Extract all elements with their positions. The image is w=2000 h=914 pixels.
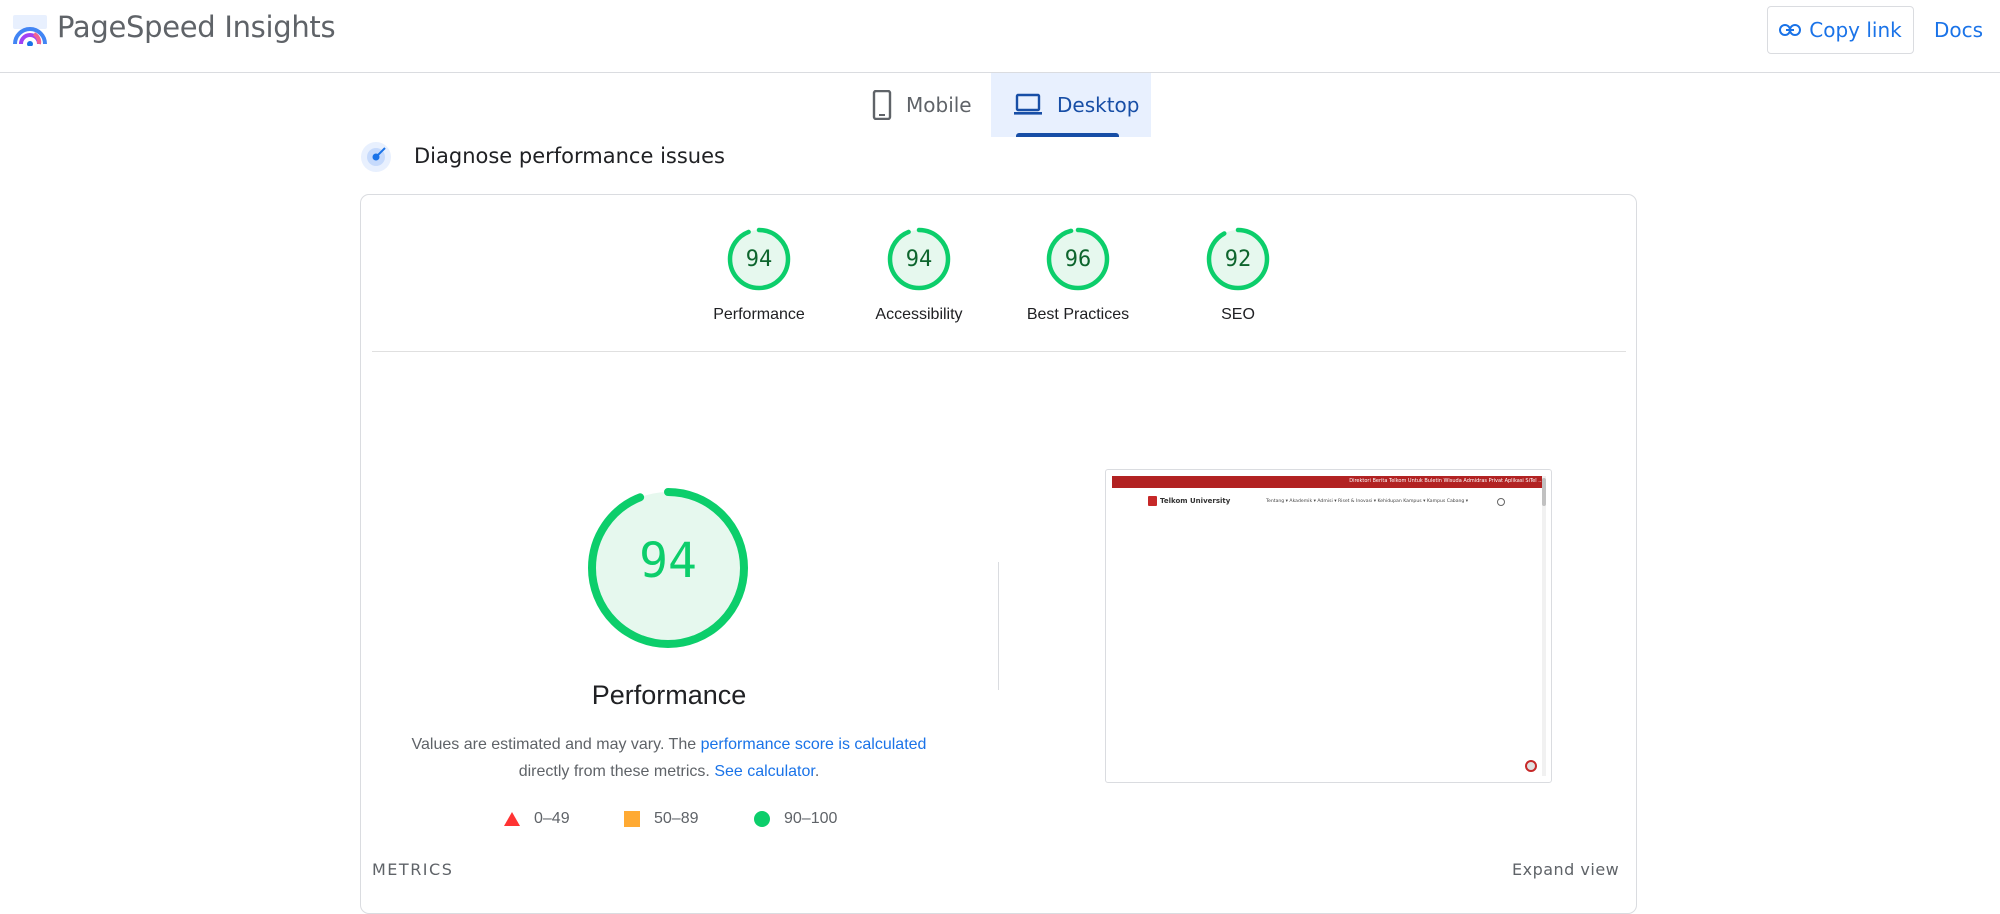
pagespeed-logo-icon[interactable] xyxy=(12,14,48,46)
accessibility-score-small: 94 xyxy=(905,247,933,272)
category-gauges-row xyxy=(372,194,1626,352)
metrics-heading: METRICS xyxy=(372,860,454,879)
seo-score-small: 92 xyxy=(1224,247,1252,272)
telkom-logo-icon xyxy=(1148,496,1157,506)
legend-fail: 0–49 xyxy=(504,810,570,828)
preview-nav: Tentang ▾ Akademik ▾ Admisi ▾ Riset & In… xyxy=(1266,499,1469,504)
legend-average: 50–89 xyxy=(624,810,699,828)
tab-desktop-label: Desktop xyxy=(1057,93,1140,117)
legend-pass-label: 90–100 xyxy=(784,810,838,827)
laptop-icon xyxy=(1013,93,1043,117)
top-header: PageSpeed Insights Copy link Docs xyxy=(0,0,2000,73)
preview-search-icon xyxy=(1497,498,1505,506)
desc-text: Values are estimated and may vary. The xyxy=(411,736,701,753)
best-practices-score-small: 96 xyxy=(1064,247,1092,272)
smartphone-icon xyxy=(872,90,892,120)
copy-link-label: Copy link xyxy=(1809,18,1902,42)
tab-selected-indicator xyxy=(1016,133,1119,137)
diagnose-icon xyxy=(361,142,391,172)
performance-score-large: 94 xyxy=(639,533,697,589)
legend-pass: 90–100 xyxy=(754,810,837,828)
tab-mobile[interactable]: Mobile xyxy=(860,73,991,137)
preview-scrollbar xyxy=(1542,476,1546,776)
desc-text: directly from these metrics. xyxy=(518,763,715,780)
accessibility-gauge-label: Accessibility xyxy=(875,306,963,323)
triangle-icon xyxy=(504,812,520,826)
square-icon xyxy=(624,811,640,827)
expand-view-toggle[interactable]: Expand view xyxy=(1512,860,1619,879)
preview-top-links: Direktori Berita Telkom Untuk Buletin Wi… xyxy=(1349,478,1543,484)
vertical-divider xyxy=(998,562,999,690)
legend-average-label: 50–89 xyxy=(654,810,699,827)
seo-gauge-label: SEO xyxy=(1221,306,1255,323)
performance-title: Performance xyxy=(591,680,747,710)
preview-logo-text: Telkom University xyxy=(1160,497,1231,505)
tab-desktop[interactable]: Desktop xyxy=(991,73,1151,137)
performance-description: Values are estimated and may vary. The p… xyxy=(400,731,938,785)
final-screenshot-preview[interactable]: Direktori Berita Telkom Untuk Buletin Wi… xyxy=(1105,469,1552,783)
performance-score-small: 94 xyxy=(745,247,773,272)
app-title[interactable]: PageSpeed Insights xyxy=(57,10,336,44)
legend-fail-label: 0–49 xyxy=(534,810,570,827)
copy-link-button[interactable]: Copy link xyxy=(1767,6,1914,54)
tab-mobile-label: Mobile xyxy=(906,93,972,117)
preview-chat-icon xyxy=(1525,760,1537,772)
preview-logo: Telkom University xyxy=(1148,496,1230,506)
circle-icon xyxy=(754,811,770,827)
best-practices-gauge-label: Best Practices xyxy=(1026,306,1130,323)
diagnose-title: Diagnose performance issues xyxy=(414,144,725,168)
link-icon xyxy=(1779,24,1802,36)
docs-link[interactable]: Docs xyxy=(1934,18,1983,42)
performance-score-calculated-link[interactable]: performance score is calculated xyxy=(701,736,927,753)
desc-text: . xyxy=(814,763,820,780)
preview-scrollbar-thumb xyxy=(1542,478,1546,506)
see-calculator-link[interactable]: See calculator xyxy=(714,763,815,780)
performance-gauge-label: Performance xyxy=(713,306,805,323)
